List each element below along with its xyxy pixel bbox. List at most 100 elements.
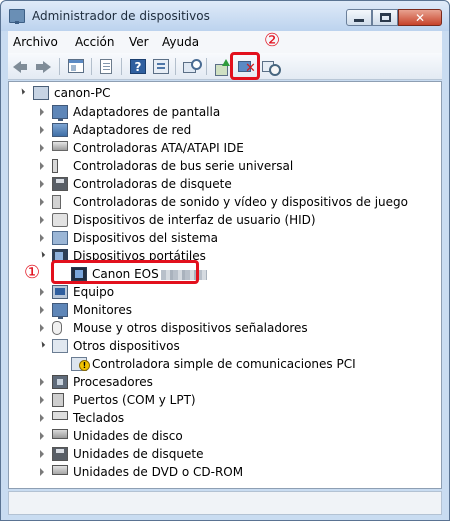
properties-button[interactable]: [152, 58, 170, 75]
expand-icon[interactable]: [40, 468, 44, 476]
toolbar-separator: [59, 58, 60, 75]
menu-ver[interactable]: Ver: [129, 35, 149, 49]
toolbar: ? ✕: [8, 53, 442, 80]
expand-icon[interactable]: [40, 216, 44, 224]
device-tree: canon-PC Adaptadores de pantalla Adaptad…: [8, 81, 442, 489]
tree-item[interactable]: Controladoras de sonido y vídeo y dispos…: [9, 193, 439, 211]
tree-item[interactable]: Controladoras de bus serie universal: [9, 157, 439, 175]
tree-item[interactable]: Dispositivos de interfaz de usuario (HID…: [9, 211, 439, 229]
tree-root-row[interactable]: canon-PC: [9, 84, 439, 102]
expand-icon[interactable]: [40, 432, 44, 440]
floppy-drive-icon: [52, 447, 68, 461]
tree-item[interactable]: Adaptadores de pantalla: [9, 103, 439, 121]
show-hide-tree-button[interactable]: [67, 58, 85, 75]
show-hide-tree-icon: [68, 59, 84, 73]
collapse-icon[interactable]: [18, 88, 26, 95]
tree-item[interactable]: Otros dispositivos: [9, 337, 439, 355]
back-button[interactable]: [12, 58, 30, 75]
tree-item-label: Adaptadores de pantalla: [73, 105, 221, 119]
properties-doc-icon: [100, 59, 112, 74]
scan-changes-button[interactable]: [261, 58, 281, 76]
menu-accion[interactable]: Acción: [75, 35, 114, 49]
title-bar[interactable]: Administrador de dispositivos ✕: [1, 1, 449, 31]
expand-icon[interactable]: [40, 378, 44, 386]
toolbar-separator: [121, 58, 122, 75]
tree-item-label: Monitores: [73, 303, 132, 317]
update-driver-button[interactable]: [213, 58, 231, 76]
expand-icon[interactable]: [40, 306, 44, 314]
usb-icon: [52, 159, 58, 173]
scan-hardware-button[interactable]: [182, 58, 202, 75]
callout-box-uninstall: [230, 52, 260, 80]
expand-icon[interactable]: [40, 324, 44, 332]
device-manager-app-icon: [9, 9, 25, 24]
mouse-icon: [52, 321, 62, 335]
forward-icon: [36, 61, 51, 73]
menu-ayuda[interactable]: Ayuda: [162, 35, 199, 49]
tree-item[interactable]: Adaptadores de red: [9, 121, 439, 139]
collapse-icon[interactable]: [38, 341, 46, 348]
tree-item-label: Adaptadores de red: [73, 123, 192, 137]
help-button[interactable]: ?: [129, 58, 147, 75]
tree-item[interactable]: Unidades de disco: [9, 427, 439, 445]
floppy-controller-icon: [52, 177, 68, 191]
dvd-drive-icon: [52, 465, 68, 475]
maximize-icon: [379, 13, 391, 22]
tree-item-label: Equipo: [73, 285, 115, 299]
expand-icon[interactable]: [40, 198, 44, 206]
tree-item[interactable]: Controladoras ATA/ATAPI IDE: [9, 139, 439, 157]
expand-icon[interactable]: [40, 414, 44, 422]
ide-controller-icon: [52, 141, 68, 151]
tree-item-label: Dispositivos del sistema: [73, 231, 219, 245]
expand-icon[interactable]: [40, 450, 44, 458]
close-button[interactable]: ✕: [398, 9, 442, 26]
computer-icon: [52, 285, 68, 299]
display-adapter-icon: [52, 105, 68, 121]
tree-item[interactable]: Unidades de disquete: [9, 445, 439, 463]
minimize-button[interactable]: [346, 9, 372, 26]
expand-icon[interactable]: [40, 108, 44, 116]
network-adapter-icon: [52, 123, 68, 137]
properties-doc-button[interactable]: [97, 58, 115, 75]
tree-item-label: Puertos (COM y LPT): [73, 393, 196, 407]
tree-item[interactable]: Unidades de DVD o CD-ROM: [9, 463, 439, 481]
tree-item[interactable]: Controladora simple de comunicaciones PC…: [9, 355, 439, 373]
scan-hardware-icon: [183, 59, 202, 74]
minimize-icon: [354, 19, 364, 22]
system-device-icon: [52, 231, 68, 245]
tree-item[interactable]: Monitores: [9, 301, 439, 319]
toolbar-separator: [175, 58, 176, 75]
collapse-icon[interactable]: [38, 251, 46, 258]
expand-icon[interactable]: [40, 288, 44, 296]
tree-item[interactable]: Procesadores: [9, 373, 439, 391]
menu-archivo[interactable]: Archivo: [13, 35, 58, 49]
tree-item-label: Controladora simple de comunicaciones PC…: [92, 357, 356, 371]
toolbar-separator: [206, 58, 207, 75]
expand-icon[interactable]: [40, 162, 44, 170]
expand-icon[interactable]: [40, 180, 44, 188]
tree-item[interactable]: Equipo: [9, 283, 439, 301]
tree-item[interactable]: Teclados: [9, 409, 439, 427]
expand-icon[interactable]: [40, 234, 44, 242]
forward-button[interactable]: [34, 58, 52, 75]
tree-item-label: Mouse y otros dispositivos señaladores: [73, 321, 308, 335]
tree-item[interactable]: Dispositivos del sistema: [9, 229, 439, 247]
disk-drive-icon: [52, 429, 68, 439]
tree-item-label: Controladoras de disquete: [73, 177, 232, 191]
tree-item-label: Controladoras de sonido y vídeo y dispos…: [73, 195, 408, 209]
computer-root-icon: [33, 86, 49, 100]
expand-icon[interactable]: [40, 144, 44, 152]
device-manager-window: Administrador de dispositivos ✕ Archivo …: [0, 0, 450, 521]
tree-item-label: Otros dispositivos: [73, 339, 180, 353]
tree-item[interactable]: Controladoras de disquete: [9, 175, 439, 193]
callout-number-1: ①: [24, 262, 41, 283]
tree-item-label: Procesadores: [73, 375, 153, 389]
maximize-button[interactable]: [372, 9, 398, 26]
tree-item[interactable]: Mouse y otros dispositivos señaladores: [9, 319, 439, 337]
tree-item[interactable]: Puertos (COM y LPT): [9, 391, 439, 409]
expand-icon[interactable]: [40, 396, 44, 404]
help-icon: ?: [130, 59, 146, 74]
status-bar: [8, 491, 442, 515]
tree-item-label: Unidades de disquete: [73, 447, 204, 461]
expand-icon[interactable]: [40, 126, 44, 134]
